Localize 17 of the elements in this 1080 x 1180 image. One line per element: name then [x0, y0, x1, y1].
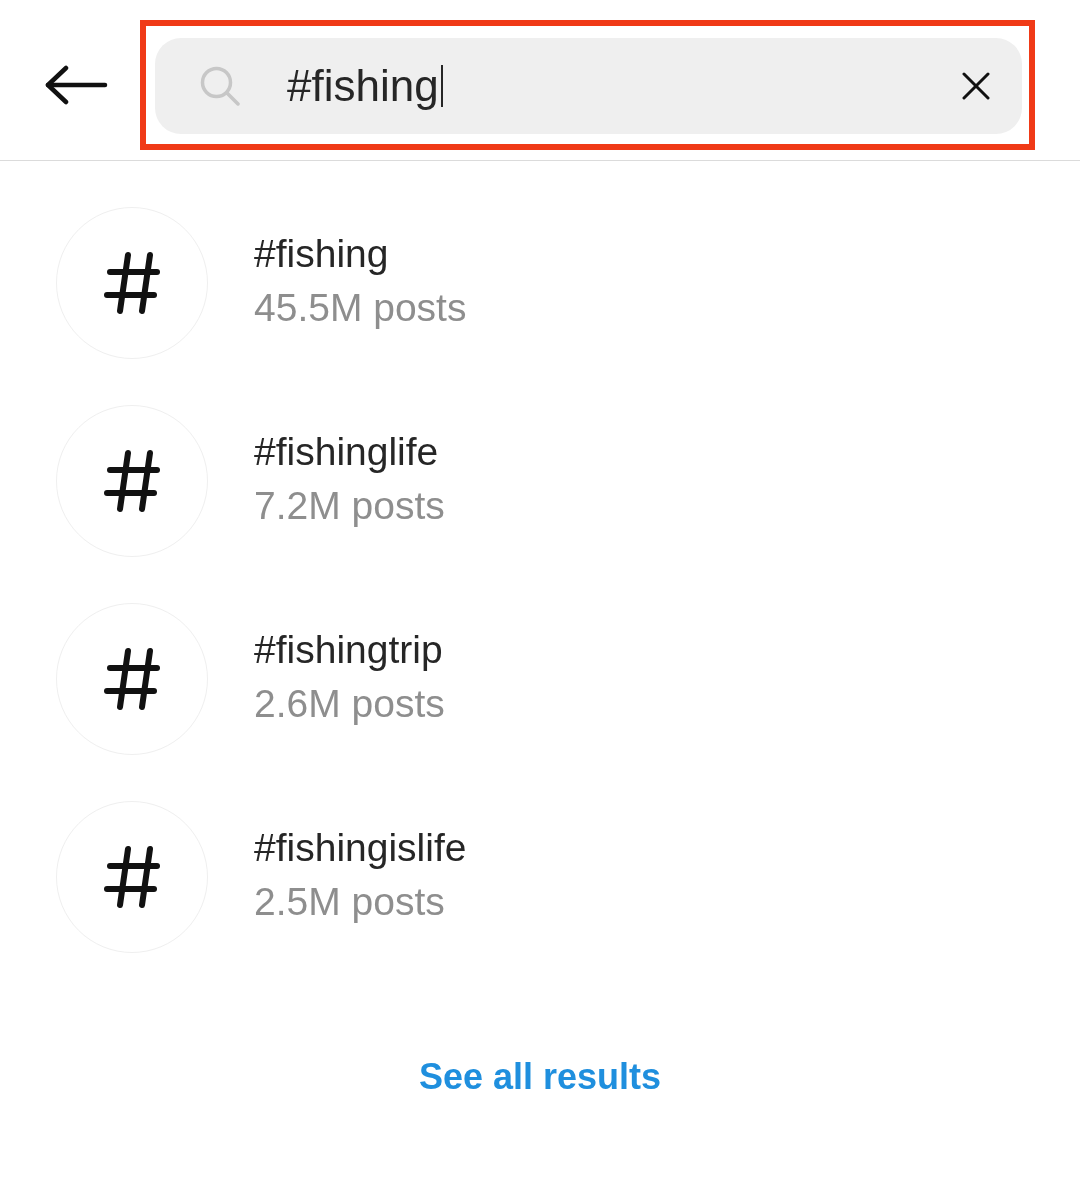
hashtag-name[interactable]: #fishingislife	[254, 821, 467, 875]
back-button[interactable]	[45, 65, 108, 105]
hashtag-icon	[56, 405, 208, 557]
hashtag-icon	[56, 207, 208, 359]
clear-button[interactable]	[962, 72, 990, 100]
hashtag-name[interactable]: #fishinglife	[254, 425, 445, 479]
hashtag-icon	[56, 801, 208, 953]
post-count: 7.2M posts	[254, 483, 445, 529]
search-field[interactable]: #fishing	[155, 38, 1022, 134]
post-count: 2.5M posts	[254, 879, 446, 925]
post-count: 2.6M posts	[254, 681, 445, 727]
close-icon	[962, 72, 990, 100]
hashtag-name[interactable]: #fishingtrip	[254, 623, 445, 677]
post-count: 45.5M posts	[254, 285, 467, 331]
search-icon	[200, 66, 240, 106]
hashtag-name[interactable]: #fishing	[254, 227, 467, 281]
hashtag-icon	[56, 603, 208, 755]
